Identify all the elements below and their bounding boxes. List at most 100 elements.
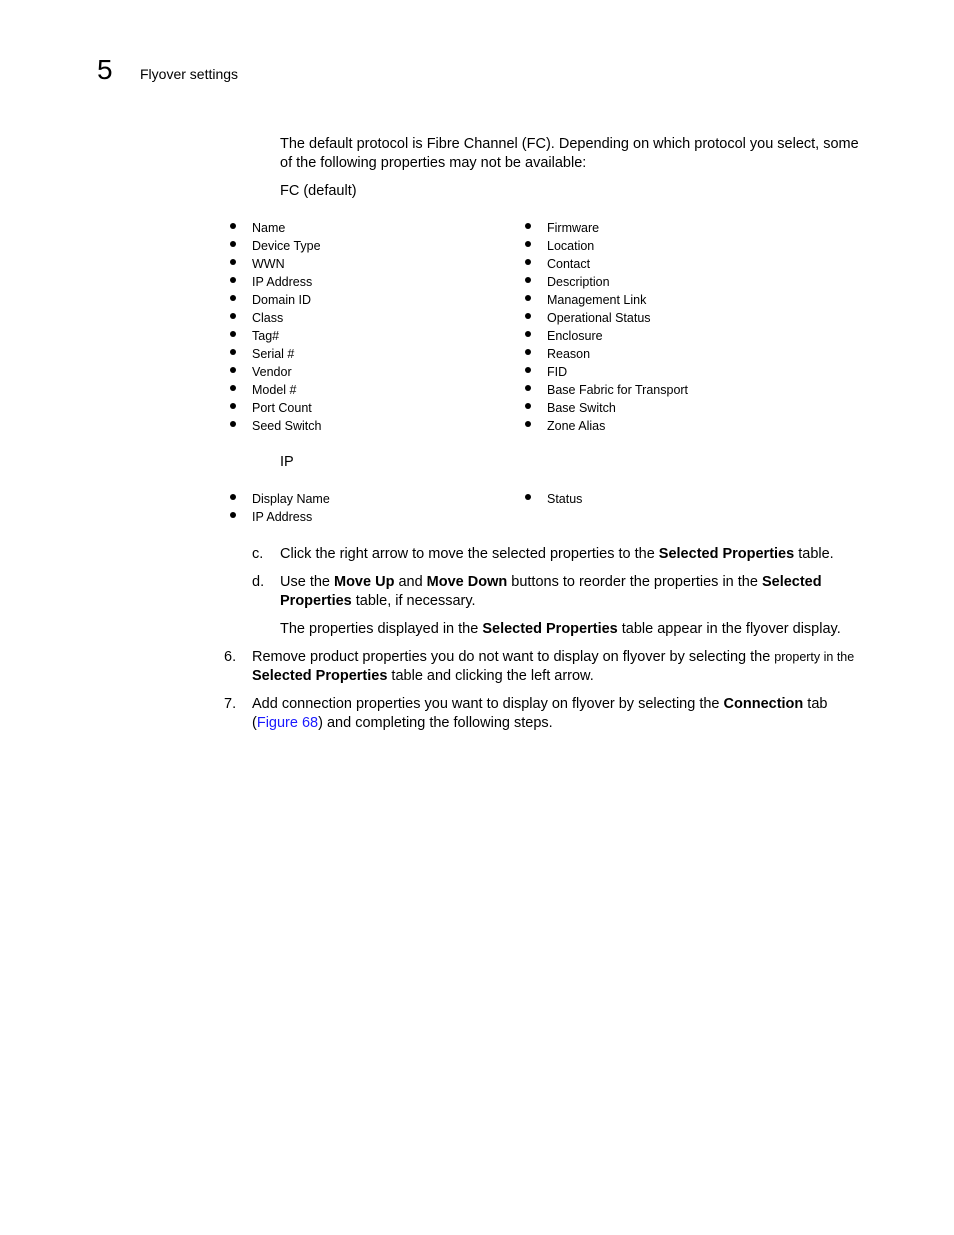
property-list-item: Management Link	[520, 291, 688, 309]
property-list-item: Display Name	[225, 490, 330, 508]
property-label: Name	[252, 221, 286, 235]
property-label: Operational Status	[547, 311, 651, 325]
chapter-number: 5	[97, 54, 113, 85]
bullet-icon	[525, 494, 531, 500]
property-list-item: Operational Status	[520, 309, 688, 327]
property-label: Device Type	[252, 239, 321, 253]
property-list-item: Description	[520, 273, 688, 291]
bullet-icon	[230, 295, 236, 301]
fc-heading: FC (default)	[280, 183, 357, 199]
ip-heading: IP	[280, 454, 294, 470]
property-label: Management Link	[547, 293, 647, 307]
property-list-item: Status	[520, 490, 582, 508]
bullet-icon	[230, 512, 236, 518]
bullet-icon	[525, 223, 531, 229]
property-list-item: Vendor	[225, 363, 321, 381]
property-label: Description	[547, 275, 610, 289]
property-list-item: Base Fabric for Transport	[520, 381, 688, 399]
property-list-item: IP Address	[225, 273, 321, 291]
property-list-item: Device Type	[225, 237, 321, 255]
figure-68-link[interactable]: Figure 68	[257, 715, 318, 731]
bullet-icon	[525, 421, 531, 427]
property-label: Zone Alias	[547, 419, 606, 433]
bullet-icon	[525, 367, 531, 373]
step-c-label: c.	[252, 546, 264, 562]
property-list-item: FID	[520, 363, 688, 381]
property-label: Domain ID	[252, 293, 312, 307]
bullet-icon	[525, 313, 531, 319]
property-label: Base Switch	[547, 401, 616, 415]
bullet-icon	[525, 241, 531, 247]
property-label: FID	[547, 365, 568, 379]
property-label: Serial #	[252, 347, 295, 361]
property-list-item: Location	[520, 237, 688, 255]
bullet-icon	[230, 367, 236, 373]
bullet-icon	[230, 223, 236, 229]
property-label: Base Fabric for Transport	[547, 383, 689, 397]
property-label: Firmware	[547, 221, 600, 235]
bullet-icon	[230, 331, 236, 337]
step-d-label: d.	[252, 574, 265, 590]
property-label: WWN	[252, 257, 285, 271]
property-list-item: Reason	[520, 345, 688, 363]
property-label: Display Name	[252, 492, 330, 506]
property-list-item: Firmware	[520, 219, 688, 237]
property-list-item: Enclosure	[520, 327, 688, 345]
bullet-icon	[230, 403, 236, 409]
bullet-icon	[230, 349, 236, 355]
property-label: Contact	[547, 257, 591, 271]
property-label: Seed Switch	[252, 419, 322, 433]
property-list-item: Serial #	[225, 345, 321, 363]
bullet-icon	[525, 295, 531, 301]
property-list-item: Port Count	[225, 399, 321, 417]
property-label: Class	[252, 311, 284, 325]
property-label: IP Address	[252, 275, 313, 289]
fc-properties-left: Name Device Type WWN IP Address Domain ID Cla…	[225, 219, 321, 435]
bullet-icon	[525, 259, 531, 265]
property-label: Tag#	[252, 329, 280, 343]
property-list-item: Seed Switch	[225, 417, 321, 435]
property-label: Status	[547, 492, 583, 506]
property-list-item: Contact	[520, 255, 688, 273]
fc-properties-right: Firmware Location Contact Description Manage…	[520, 219, 688, 435]
bullet-icon	[230, 259, 236, 265]
bullet-icon	[525, 349, 531, 355]
bullet-icon	[230, 277, 236, 283]
property-list-item: WWN	[225, 255, 321, 273]
bullet-icon	[230, 494, 236, 500]
step-d-note: The properties displayed in the Selected…	[280, 621, 841, 637]
property-list-item: Model #	[225, 381, 321, 399]
step-6-text: Remove product properties you do not wan…	[252, 649, 855, 684]
property-list-item: Class	[225, 309, 321, 327]
ip-properties-left: Display Name IP Address	[225, 490, 330, 526]
bullet-icon	[525, 331, 531, 337]
property-label: IP Address	[252, 510, 313, 524]
property-label: Port Count	[252, 401, 312, 415]
bullet-icon	[230, 241, 236, 247]
bullet-icon	[525, 385, 531, 391]
bullet-icon	[230, 421, 236, 427]
chapter-title: Flyover settings	[140, 66, 239, 82]
bullet-icon	[525, 403, 531, 409]
property-label: Reason	[547, 347, 591, 361]
property-list-item: Name	[225, 219, 321, 237]
property-list-item: Zone Alias	[520, 417, 688, 435]
property-list-item: Tag#	[225, 327, 321, 345]
ip-properties-right: Status	[520, 490, 582, 508]
property-label: Model #	[252, 383, 297, 397]
step-7-label: 7.	[224, 696, 237, 712]
step-6-label: 6.	[224, 649, 237, 665]
step-7-text: Add connection properties you want to di…	[252, 696, 828, 731]
property-label: Location	[547, 239, 595, 253]
bullet-icon	[230, 385, 236, 391]
property-list-item: IP Address	[225, 508, 330, 526]
step-c-text: Click the right arrow to move the select…	[280, 546, 834, 562]
intro-paragraph: The default protocol is Fibre Channel (F…	[280, 136, 859, 171]
property-list-item: Domain ID	[225, 291, 321, 309]
bullet-icon	[230, 313, 236, 319]
step-d-text: Use the Move Up and Move Down buttons to…	[280, 574, 822, 609]
property-label: Enclosure	[547, 329, 603, 343]
bullet-icon	[525, 277, 531, 283]
property-label: Vendor	[252, 365, 292, 379]
property-list-item: Base Switch	[520, 399, 688, 417]
